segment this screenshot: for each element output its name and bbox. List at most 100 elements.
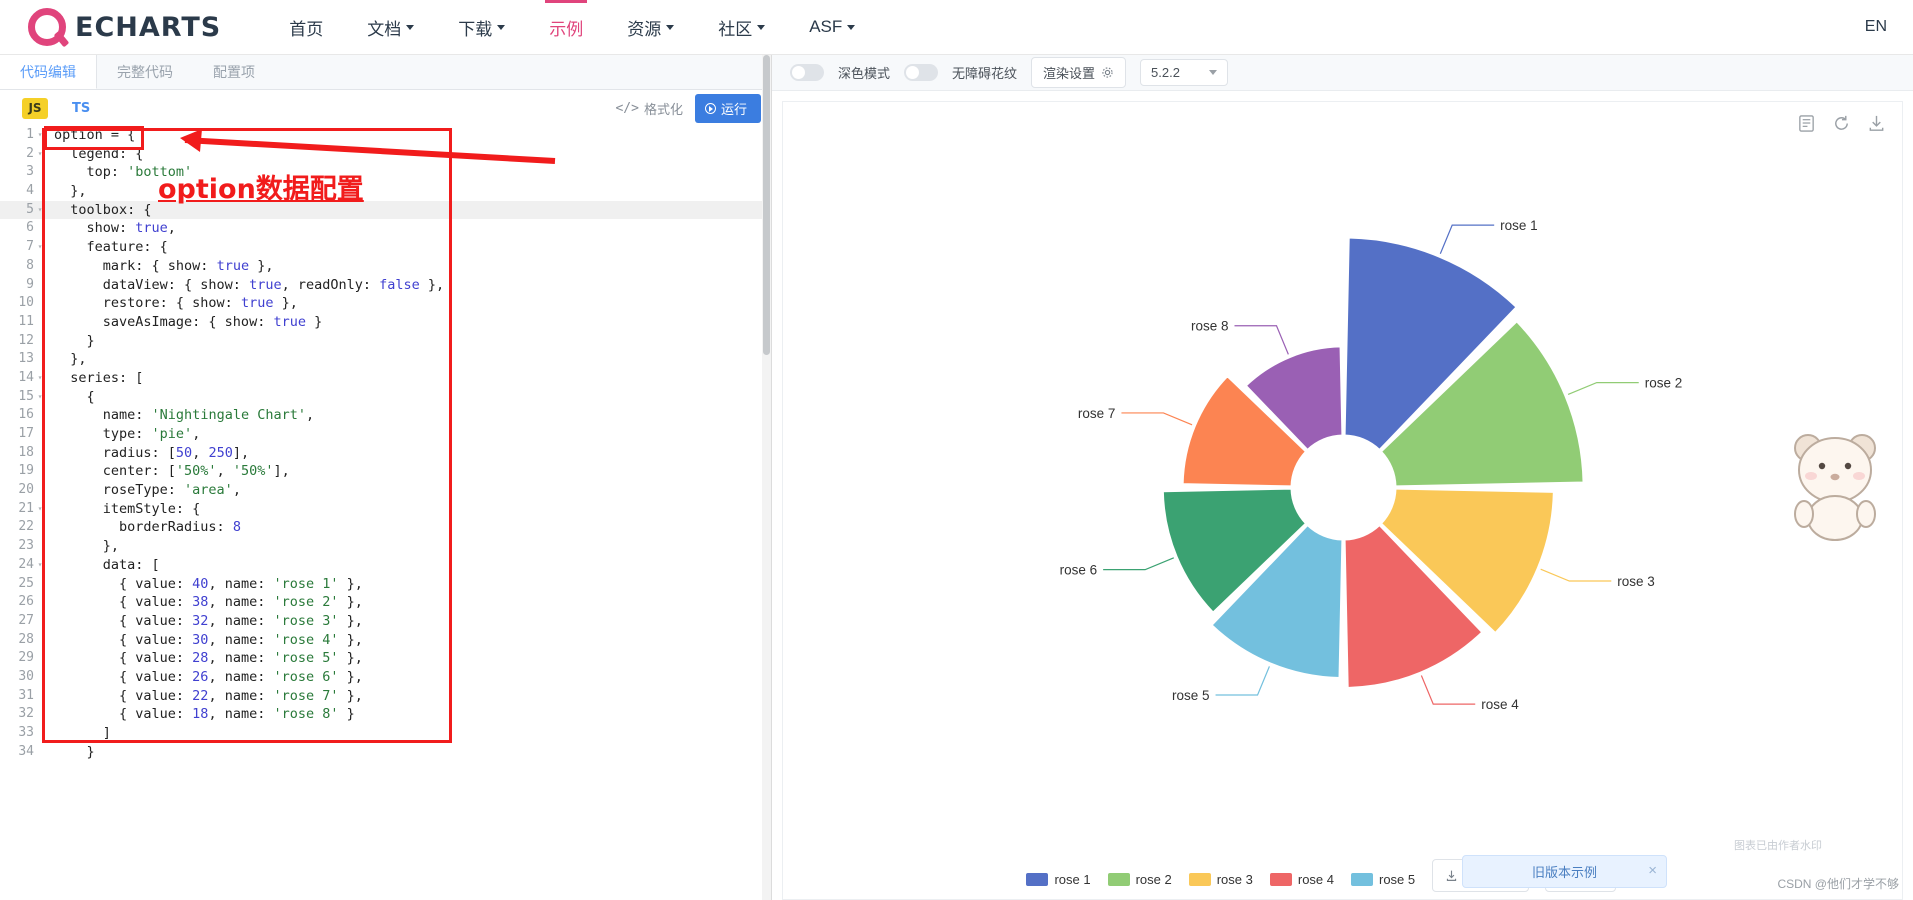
echarts-logo-icon [28,8,66,46]
code-text: { value: 38, name: 'rose 2' }, [54,594,363,611]
line-number: 28 [18,631,34,647]
nav-item-examples[interactable]: 示例 [527,0,605,54]
legend-label: rose 1 [1054,872,1091,887]
line-number: 3 [26,164,34,180]
line-number: 21 [18,500,34,516]
nav-item-asf[interactable]: ASF [787,0,877,54]
fold-toggle-icon[interactable]: ▾ [34,500,46,519]
legend-item[interactable]: rose 1 [1026,872,1091,887]
tab-config-options[interactable]: 配置项 [193,55,275,89]
code-icon: </> [615,100,639,116]
pie-leader-line [1567,382,1639,396]
line-number: 27 [18,612,34,628]
line-number: 34 [18,743,34,759]
close-icon[interactable]: × [1648,863,1657,878]
language-switch[interactable]: EN [1865,18,1887,36]
fold-toggle-icon[interactable]: ▾ [34,556,46,575]
fold-toggle-icon[interactable]: ▾ [34,388,46,407]
code-line: 5 ▾ toolbox: { [0,200,771,220]
save-image-icon[interactable] [1867,114,1886,133]
code-text: legend: { [54,145,144,162]
fold-toggle-icon[interactable]: ▾ [34,145,46,164]
code-line: 27 { value: 32, name: 'rose 3' }, [0,612,771,631]
nav-item-community[interactable]: 社区 [696,0,787,54]
render-settings-button[interactable]: 渲染设置 [1031,57,1127,88]
nightingale-rose-chart[interactable]: rose 1 rose 2 rose 3 rose 4 rose 5 rose 6 rose… [783,102,1902,899]
line-number: 6 [26,220,34,236]
data-view-icon[interactable] [1797,114,1816,133]
editor-scrollbar[interactable] [762,55,771,900]
line-number: 14 [18,369,34,385]
code-line: 12 } [0,332,771,351]
chevron-down-icon [757,24,766,30]
chart-canvas[interactable]: rose 1 rose 2 rose 3 rose 4 rose 5 rose 6 rose… [782,101,1903,900]
line-number: 20 [18,482,34,498]
accessibility-pattern-toggle[interactable] [904,64,939,81]
nav-item-home[interactable]: 首页 [267,0,345,54]
legend-item[interactable]: rose 2 [1107,872,1172,887]
format-button[interactable]: </> 格式化 [615,99,683,118]
echarts-logo[interactable]: ECHARTS [28,8,221,46]
legend-color-swatch [1351,873,1373,886]
pie-leader-line [1420,675,1476,705]
nav-item-label: ASF [809,17,843,36]
code-text: { value: 26, name: 'rose 6' }, [54,668,363,685]
pie-slice-label: rose 3 [1617,574,1655,589]
legacy-example-dialog[interactable]: 旧版本示例 × [1462,855,1667,888]
legend-item[interactable]: rose 4 [1269,872,1334,887]
code-text: ] [54,725,111,741]
code-line: 32 { value: 18, name: 'rose 8' } [0,705,771,724]
restore-icon[interactable] [1832,114,1851,133]
code-text: { value: 18, name: 'rose 8' } [54,706,355,723]
version-value: 5.2.2 [1151,65,1180,80]
pie-slice-label: rose 1 [1500,218,1538,233]
tab-code-edit[interactable]: 代码编辑 [0,55,97,89]
legend-item[interactable]: rose 3 [1188,872,1253,887]
legend-item[interactable]: rose 5 [1351,872,1415,887]
code-line: 28 { value: 30, name: 'rose 4' }, [0,631,771,650]
code-line: 31 { value: 22, name: 'rose 7' }, [0,687,771,706]
pie-leader-line [1121,412,1193,426]
code-text: type: 'pie', [54,426,201,442]
code-line: 15 ▾ { [0,388,771,407]
code-text: } [54,332,95,349]
line-number: 4 [26,183,34,199]
code-text: borderRadius: 8 [54,519,241,536]
fold-toggle-icon[interactable]: ▾ [34,201,46,220]
chevron-down-icon [666,24,675,30]
tab-label: 完整代码 [117,64,173,80]
line-number: 5 [26,201,34,217]
line-number: 13 [18,351,34,367]
nav-item-download[interactable]: 下载 [436,0,527,54]
code-editor[interactable]: 1 ▾ option = {2 ▾ legend: {3 top: 'bottom' 4… [0,126,771,900]
lang-ts-button[interactable]: TS [72,101,90,116]
nav-item-resources[interactable]: 资源 [605,0,696,54]
line-number: 18 [18,444,34,460]
dark-mode-toggle[interactable] [790,64,824,81]
line-number: 24 [18,556,34,572]
line-number: 26 [18,594,34,610]
lang-js-button[interactable]: JS [22,97,48,119]
fold-toggle-icon[interactable]: ▾ [34,369,46,388]
pie-slice-label: rose 4 [1481,697,1519,712]
version-select[interactable]: 5.2.2 [1140,59,1229,86]
pie-leader-line [1540,568,1612,582]
tab-full-code[interactable]: 完整代码 [97,55,193,89]
download-icon [1446,870,1457,881]
code-text: { value: 30, name: 'rose 4' }, [54,631,363,648]
code-text: show: true, [54,220,176,237]
nav-item-docs[interactable]: 文档 [345,0,436,54]
mascot-bear-icon [1794,434,1876,541]
pie-leader-line [1215,666,1270,696]
fold-toggle-icon[interactable]: ▾ [34,126,46,145]
fold-toggle-icon[interactable]: ▾ [34,238,46,257]
tab-label: 配置项 [213,64,255,80]
run-button[interactable]: 运行 [694,93,761,123]
nav-item-label: 示例 [549,19,584,39]
chevron-down-icon [847,24,856,30]
editor-scrollbar-thumb[interactable] [763,55,770,355]
line-number: 11 [18,313,34,329]
code-line: 8 mark: { show: true }, [0,257,771,276]
nav-item-label: 文档 [367,19,402,39]
code-line: 4 }, [0,182,771,201]
